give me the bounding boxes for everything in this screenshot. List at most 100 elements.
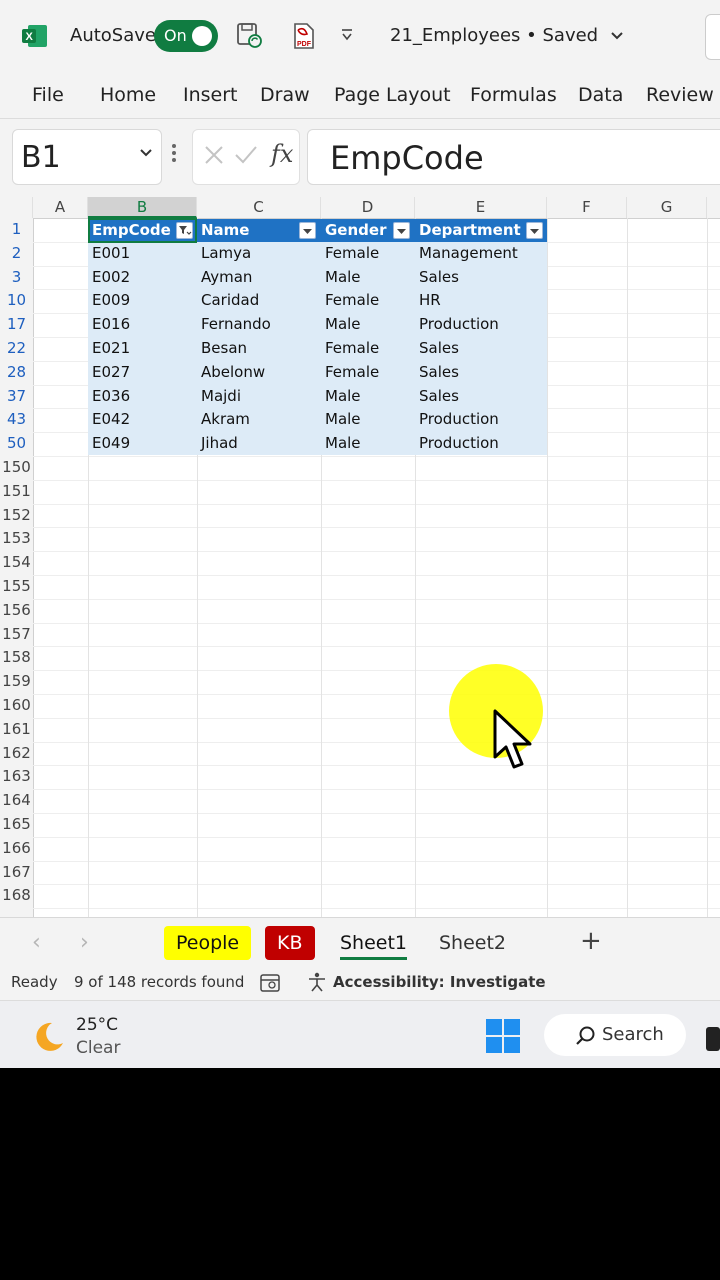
row-header[interactable]: 37 bbox=[0, 385, 33, 409]
more-options-icon[interactable] bbox=[170, 143, 178, 163]
cell-name[interactable]: Abelonw bbox=[201, 361, 265, 385]
column-header-e[interactable]: E bbox=[415, 197, 547, 218]
cell-empcode[interactable]: E002 bbox=[92, 266, 130, 290]
row-header[interactable]: 166 bbox=[0, 837, 33, 861]
chevron-left-icon[interactable]: ‹ bbox=[32, 930, 41, 955]
cancel-icon[interactable] bbox=[203, 144, 225, 166]
tab-page-layout[interactable]: Page Layout bbox=[334, 84, 451, 106]
taskbar-search[interactable]: Search bbox=[544, 1014, 686, 1056]
row-header[interactable]: 155 bbox=[0, 575, 33, 599]
cell-department[interactable]: Sales bbox=[419, 361, 459, 385]
select-all-corner[interactable] bbox=[0, 197, 33, 218]
cell-name[interactable]: Majdi bbox=[201, 385, 241, 409]
sheet-tab-kb[interactable]: KB bbox=[265, 926, 315, 960]
tab-formulas[interactable]: Formulas bbox=[470, 84, 557, 106]
cell-department[interactable]: Production bbox=[419, 313, 499, 337]
cell-name[interactable]: Jihad bbox=[201, 432, 238, 456]
row-header[interactable]: 2 bbox=[0, 242, 33, 266]
autosave-toggle[interactable]: On bbox=[154, 20, 218, 52]
cell-gender[interactable]: Female bbox=[325, 361, 379, 385]
cell-empcode[interactable]: E021 bbox=[92, 337, 130, 361]
cell-gender[interactable]: Female bbox=[325, 337, 379, 361]
cell-empcode[interactable]: E036 bbox=[92, 385, 130, 409]
cell-department[interactable]: Sales bbox=[419, 385, 459, 409]
row-header[interactable]: 162 bbox=[0, 742, 33, 766]
weather-temperature[interactable]: 25°C bbox=[76, 1015, 118, 1035]
cell-department[interactable]: Sales bbox=[419, 337, 459, 361]
row-header[interactable]: 43 bbox=[0, 408, 33, 432]
tab-review[interactable]: Review bbox=[646, 84, 714, 106]
moon-weather-icon[interactable] bbox=[30, 1019, 66, 1055]
enter-check-icon[interactable] bbox=[233, 144, 259, 166]
row-header[interactable]: 165 bbox=[0, 813, 33, 837]
cell-empcode[interactable]: E016 bbox=[92, 313, 130, 337]
row-header[interactable]: 50 bbox=[0, 432, 33, 456]
export-pdf-icon[interactable]: PDF bbox=[291, 22, 317, 50]
cell-name[interactable]: Fernando bbox=[201, 313, 271, 337]
cell-gender[interactable]: Female bbox=[325, 242, 379, 266]
column-header-b[interactable]: B bbox=[88, 197, 197, 218]
column-header-d[interactable]: D bbox=[321, 197, 415, 218]
row-header[interactable]: 10 bbox=[0, 289, 33, 313]
row-header[interactable]: 159 bbox=[0, 670, 33, 694]
row-header[interactable]: 150 bbox=[0, 456, 33, 480]
row-header[interactable]: 168 bbox=[0, 884, 33, 908]
sheet-tab-people[interactable]: People bbox=[164, 926, 252, 960]
row-header[interactable]: 152 bbox=[0, 504, 33, 528]
cell-department[interactable]: Management bbox=[419, 242, 518, 266]
cell-empcode[interactable]: E009 bbox=[92, 289, 130, 313]
tab-home[interactable]: Home bbox=[100, 84, 156, 106]
row-header[interactable]: 154 bbox=[0, 551, 33, 575]
cell-department[interactable]: Production bbox=[419, 408, 499, 432]
column-header-a[interactable]: A bbox=[33, 197, 88, 218]
row-header[interactable]: 163 bbox=[0, 765, 33, 789]
cell-empcode[interactable]: E027 bbox=[92, 361, 130, 385]
document-title[interactable]: 21_Employees • Saved bbox=[390, 25, 624, 46]
column-header-c[interactable]: C bbox=[197, 197, 321, 218]
cell-gender[interactable]: Female bbox=[325, 289, 379, 313]
cell-name[interactable]: Lamya bbox=[201, 242, 251, 266]
cell-gender[interactable]: Male bbox=[325, 408, 361, 432]
sheet-tab-sheet2[interactable]: Sheet2 bbox=[427, 926, 518, 960]
cell-gender[interactable]: Male bbox=[325, 313, 361, 337]
row-header[interactable]: 167 bbox=[0, 861, 33, 885]
header-name[interactable]: Name bbox=[201, 219, 249, 242]
cell-empcode[interactable]: E049 bbox=[92, 432, 130, 456]
row-header[interactable]: 17 bbox=[0, 313, 33, 337]
row-header[interactable]: 1 bbox=[0, 218, 33, 242]
row-header[interactable]: 157 bbox=[0, 623, 33, 647]
workbook-statistics-icon[interactable] bbox=[259, 972, 281, 994]
header-department[interactable]: Department bbox=[419, 219, 521, 242]
cell-name[interactable]: Caridad bbox=[201, 289, 259, 313]
name-box[interactable]: B1 bbox=[12, 129, 162, 185]
tab-data[interactable]: Data bbox=[578, 84, 623, 106]
row-header[interactable]: 160 bbox=[0, 694, 33, 718]
chevron-down-icon[interactable] bbox=[139, 148, 153, 158]
accessibility-icon[interactable] bbox=[306, 971, 328, 993]
header-gender[interactable]: Gender bbox=[325, 219, 386, 242]
cell-name[interactable]: Besan bbox=[201, 337, 247, 361]
cell-department[interactable]: Production bbox=[419, 432, 499, 456]
row-header[interactable]: 164 bbox=[0, 789, 33, 813]
filter-dropdown-department[interactable] bbox=[526, 222, 543, 239]
cell-name[interactable]: Akram bbox=[201, 408, 250, 432]
sheet-tab-sheet1[interactable]: Sheet1 bbox=[328, 926, 419, 960]
insert-function-button[interactable]: fx bbox=[271, 140, 293, 168]
add-sheet-icon[interactable]: + bbox=[580, 926, 602, 956]
cell-gender[interactable]: Male bbox=[325, 266, 361, 290]
windows-start-icon[interactable] bbox=[485, 1018, 521, 1054]
tab-insert[interactable]: Insert bbox=[183, 84, 238, 106]
row-header[interactable]: 22 bbox=[0, 337, 33, 361]
excel-icon[interactable]: X bbox=[22, 24, 48, 48]
taskbar-app-icon[interactable] bbox=[706, 1027, 720, 1051]
row-header[interactable]: 161 bbox=[0, 718, 33, 742]
customize-toolbar-icon[interactable] bbox=[340, 28, 354, 42]
row-header[interactable]: 151 bbox=[0, 480, 33, 504]
row-header[interactable]: 153 bbox=[0, 527, 33, 551]
worksheet-grid[interactable]: A B C D E F G 1 2 3 10 17 22 28 37 43 50 150 151 152… bbox=[0, 197, 720, 917]
column-header-g[interactable]: G bbox=[627, 197, 707, 218]
weather-condition[interactable]: Clear bbox=[76, 1038, 120, 1058]
row-header[interactable]: 156 bbox=[0, 599, 33, 623]
tab-file[interactable]: File bbox=[32, 84, 64, 106]
save-sync-icon[interactable] bbox=[236, 22, 262, 48]
